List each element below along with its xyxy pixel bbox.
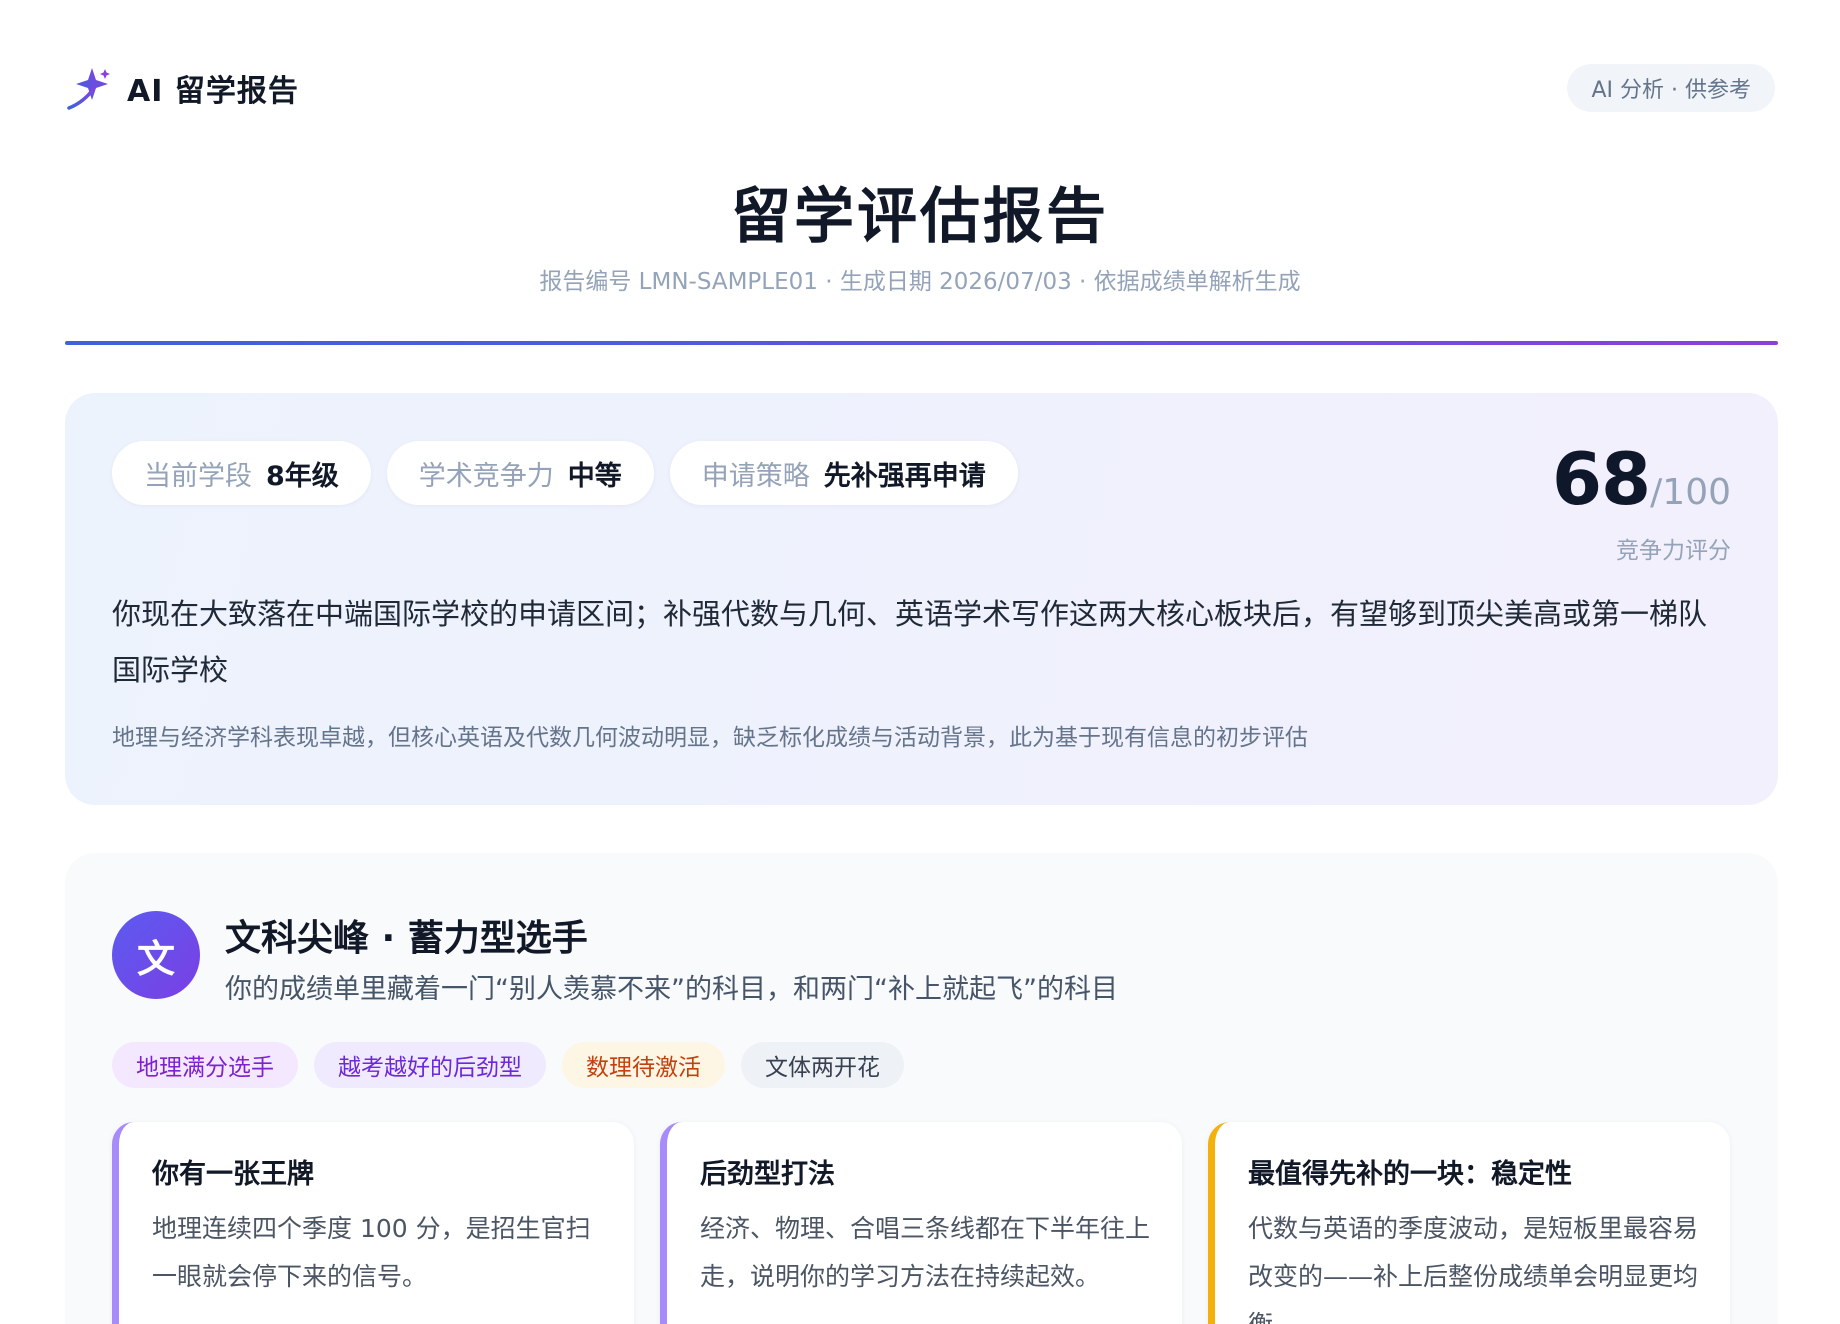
insight-body: 经济、物理、合唱三条线都在下半年往上走，说明你的学习方法在持续起效。 — [700, 1214, 1151, 1291]
score-box: 68/100 竞争力评分 — [1552, 443, 1731, 565]
header-divider — [65, 341, 1778, 345]
brand-name: AI 留学报告 — [127, 74, 299, 109]
tag-label: 学术竞争力 — [418, 460, 554, 492]
report-title: 留学评估报告 — [731, 182, 1109, 252]
profile-subtitle: 你的成绩单里藏着一门“别人羡慕不来”的科目，和两门“补上就起飞”的科目 — [225, 974, 1118, 1005]
insight-body: 地理连续四个季度 100 分，是招生官扫一眼就会停下来的信号。 — [152, 1214, 591, 1291]
summary-card: 当前学段 8年级 学术竞争力 中等 申请策略 先补强再申请 68/100 竞争力… — [65, 393, 1778, 805]
ai-analysis-badge: AI 分析 · 供参考 — [1567, 64, 1775, 112]
trait-chip: 文体两开花 — [741, 1042, 904, 1088]
insight-card: 你有一张王牌 地理连续四个季度 100 分，是招生官扫一眼就会停下来的信号。 — [112, 1122, 634, 1324]
score-line: 68/100 — [1552, 443, 1731, 515]
insight-title: 最值得先补的一块：稳定性 — [1248, 1159, 1572, 1190]
trait-chip: 数理待激活 — [562, 1042, 725, 1088]
summary-tags: 当前学段 8年级 学术竞争力 中等 申请策略 先补强再申请 — [112, 441, 1018, 505]
tag-value: 8年级 — [266, 460, 339, 492]
report-meta: 报告编号 LMN-SAMPLE01 · 生成日期 2026/07/03 · 依据… — [539, 269, 1301, 295]
avatar: 文 — [112, 911, 200, 999]
trait-chip: 越考越好的后劲型 — [314, 1042, 546, 1088]
tag-grade: 当前学段 8年级 — [112, 441, 371, 505]
profile-card: 文 文科尖峰 · 蓄力型选手 你的成绩单里藏着一门“别人羡慕不来”的科目，和两门… — [65, 853, 1778, 1324]
insight-cards: 你有一张王牌 地理连续四个季度 100 分，是招生官扫一眼就会停下来的信号。 后… — [112, 1122, 1730, 1324]
tag-strategy: 申请策略 先补强再申请 — [669, 441, 1018, 505]
summary-main-text: 你现在大致落在中端国际学校的申请区间；补强代数与几何、英语学术写作这两大核心板块… — [112, 597, 1708, 687]
insight-card: 后劲型打法 经济、物理、合唱三条线都在下半年往上走，说明你的学习方法在持续起效。 — [660, 1122, 1182, 1324]
score-max: /100 — [1650, 472, 1731, 513]
tag-label: 申请策略 — [701, 460, 810, 492]
tag-value: 中等 — [567, 460, 622, 492]
trait-chip: 地理满分选手 — [112, 1042, 298, 1088]
insight-card: 最值得先补的一块：稳定性 代数与英语的季度波动，是短板里最容易改变的——补上后整… — [1208, 1122, 1730, 1324]
score-label: 竞争力评分 — [1616, 538, 1731, 564]
brand[interactable]: AI 留学报告 — [65, 62, 299, 114]
tag-value: 先补强再申请 — [823, 460, 986, 492]
score-value: 68 — [1551, 437, 1651, 521]
insight-title: 你有一张王牌 — [152, 1159, 314, 1190]
sparkle-icon — [65, 64, 113, 112]
insight-body: 代数与英语的季度波动，是短板里最容易改变的——补上后整份成绩单会明显更均衡。 — [1248, 1214, 1699, 1324]
tag-label: 当前学段 — [144, 460, 252, 492]
insight-title: 后劲型打法 — [700, 1159, 835, 1190]
tag-competitiveness: 学术竞争力 中等 — [386, 441, 654, 505]
top-bar: AI 留学报告 AI 分析 · 供参考 — [65, 62, 1775, 114]
profile-title: 文科尖峰 · 蓄力型选手 — [225, 918, 588, 959]
summary-sub-text: 地理与经济学科表现卓越，但核心英语及代数几何波动明显，缺乏标化成绩与活动背景，此… — [112, 725, 1308, 751]
trait-chips: 地理满分选手 越考越好的后劲型 数理待激活 文体两开花 — [112, 1042, 904, 1088]
